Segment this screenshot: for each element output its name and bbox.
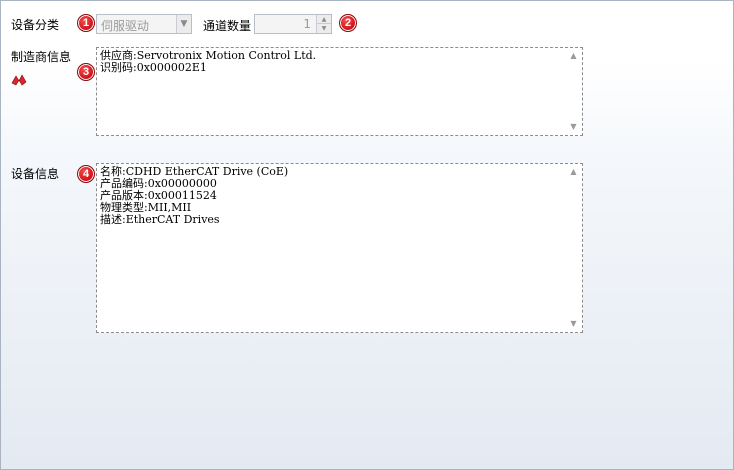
chevron-down-icon[interactable]: ▼	[176, 15, 191, 33]
scroll-down-icon[interactable]: ▼	[566, 317, 581, 331]
device-category-label: 设备分类	[11, 18, 60, 32]
manufacturer-info-line: 识别码:0x000002E1	[100, 61, 207, 74]
device-info-line: 描述:EtherCAT Drives	[100, 213, 220, 226]
manufacturer-info-label: 制造商信息	[11, 50, 72, 64]
spin-up-icon[interactable]: ▲	[316, 15, 331, 24]
callout-badge-2: 2	[339, 14, 357, 32]
channel-count-stepper[interactable]: 1 ▲ ▼	[254, 14, 332, 34]
scroll-down-icon[interactable]: ▼	[566, 120, 581, 134]
channel-count-value: 1	[303, 17, 311, 31]
callout-badge-1: 1	[77, 14, 95, 32]
device-category-value: 伺服驱动	[101, 19, 150, 33]
scroll-up-icon[interactable]: ▲	[566, 165, 581, 179]
channel-count-label: 通道数量	[203, 19, 252, 33]
spin-down-icon[interactable]: ▼	[316, 24, 331, 33]
manufacturer-info-textarea[interactable]: 供应商:Servotronix Motion Control Ltd. 识别码:…	[96, 47, 583, 136]
device-info-scrollbar[interactable]: ▲ ▼	[566, 165, 581, 331]
scroll-up-icon[interactable]: ▲	[566, 49, 581, 63]
device-info-textarea[interactable]: 名称:CDHD EtherCAT Drive (CoE) 产品编码:0x0000…	[96, 163, 583, 333]
callout-badge-3: 3	[77, 63, 95, 81]
device-category-select[interactable]: 伺服驱动 ▼	[96, 14, 192, 34]
red-motion-icon	[11, 74, 27, 86]
callout-badge-4: 4	[77, 165, 95, 183]
manufacturer-info-scrollbar[interactable]: ▲ ▼	[566, 49, 581, 134]
device-info-panel: 设备分类 1 伺服驱动 ▼ 通道数量 1 ▲ ▼ 2 制造商信息 3 供应商:S…	[0, 0, 734, 470]
device-info-label: 设备信息	[11, 167, 60, 181]
